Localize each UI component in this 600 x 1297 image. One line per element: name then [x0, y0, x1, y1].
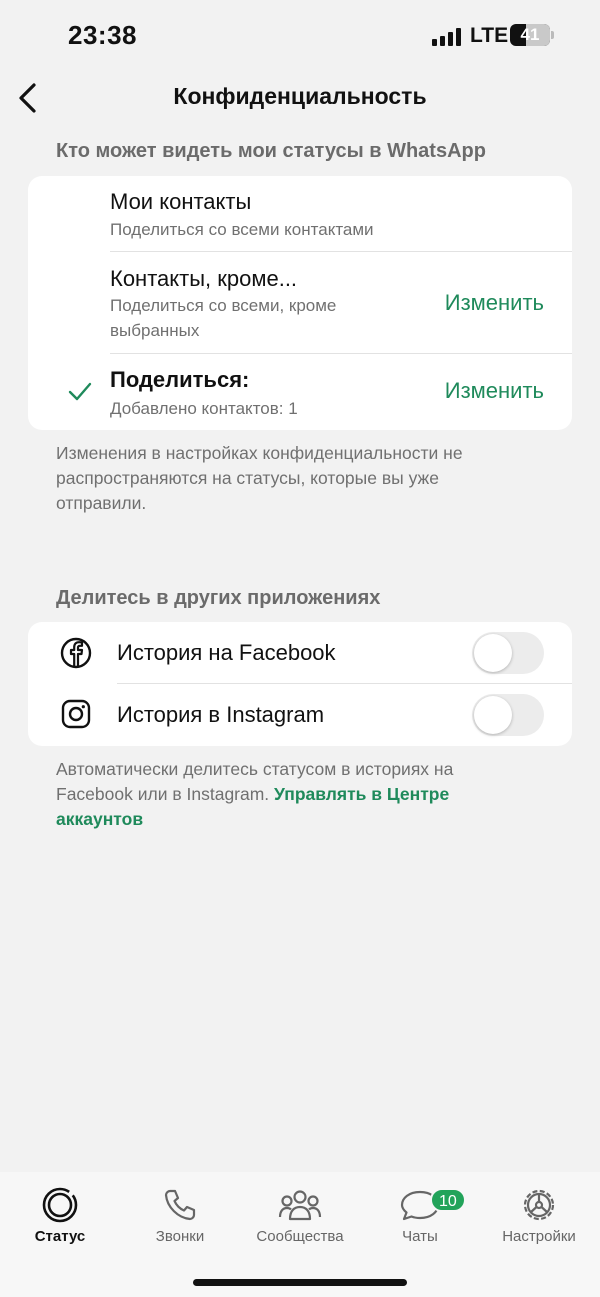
section-title-who-can-see: Кто может видеть мои статусы в WhatsApp [56, 140, 486, 162]
instagram-story-label: История в Instagram [117, 702, 325, 727]
battery-level: 41 [520, 25, 540, 44]
page-title: Конфиденциальность [173, 83, 427, 109]
change-button-share[interactable]: Изменить [445, 378, 544, 404]
network-type: LTE [470, 24, 509, 47]
facebook-story-row: История на Facebook [28, 622, 572, 684]
phone-icon [164, 1189, 196, 1221]
status-time: 23:38 [68, 20, 137, 50]
instagram-story-row: История в Instagram [28, 684, 572, 746]
share-footnote: Автоматически делитесь статусом в истори… [56, 757, 526, 832]
settings-gear-icon [523, 1189, 555, 1221]
tab-label: Звонки [155, 1228, 205, 1245]
tab-label: Статус [34, 1228, 86, 1245]
option-title: Мои контакты [110, 189, 252, 214]
instagram-story-toggle[interactable] [472, 694, 544, 736]
tab-label: Чаты [402, 1228, 438, 1245]
battery-icon: 41 [510, 24, 550, 46]
other-apps-card: История на Facebook История в Instagram [28, 622, 572, 746]
signal-icon [432, 28, 464, 46]
option-subtitle: Добавлено контактов: 1 [110, 399, 298, 418]
instagram-icon [61, 699, 91, 729]
facebook-story-toggle[interactable] [472, 632, 544, 674]
communities-icon [278, 1190, 322, 1221]
audience-options-card: Мои контакты Поделиться со всеми контакт… [28, 176, 572, 430]
status-icon [42, 1187, 78, 1223]
option-contacts-except[interactable]: Контакты, кроме... Поделиться со всеми, … [28, 252, 572, 354]
option-subtitle: Поделиться со всеми контактами [110, 220, 374, 239]
option-title: Поделиться: [110, 367, 250, 392]
home-indicator [193, 1279, 407, 1286]
option-subtitle: Поделиться со всеми, кроме выбранных [110, 296, 337, 340]
checkmark-icon [68, 382, 92, 401]
change-button-except[interactable]: Изменить [445, 290, 544, 316]
tab-label: Сообщества [256, 1228, 344, 1245]
tab-label: Настройки [502, 1228, 576, 1245]
tab-communities[interactable]: Сообщества [240, 1186, 360, 1245]
option-title: Контакты, кроме... [110, 266, 298, 291]
nav-header: Конфиденциальность [0, 70, 600, 126]
facebook-story-label: История на Facebook [117, 640, 336, 665]
unread-badge: 10 [430, 1188, 466, 1212]
tab-chats[interactable]: 10 Чаты [360, 1186, 480, 1245]
privacy-footnote: Изменения в настройках конфиденциальност… [56, 443, 463, 513]
status-bar: 23:38 LTE 41 [0, 0, 600, 70]
section-title-other-apps: Делитесь в других приложениях [56, 587, 381, 609]
tab-settings[interactable]: Настройки [479, 1186, 599, 1245]
option-my-contacts[interactable]: Мои контакты Поделиться со всеми контакт… [28, 176, 572, 252]
option-share-with[interactable]: Поделиться: Добавлено контактов: 1 Измен… [28, 354, 572, 430]
facebook-icon [60, 637, 92, 669]
tab-calls[interactable]: Звонки [120, 1186, 240, 1245]
tab-status[interactable]: Статус [0, 1186, 120, 1245]
